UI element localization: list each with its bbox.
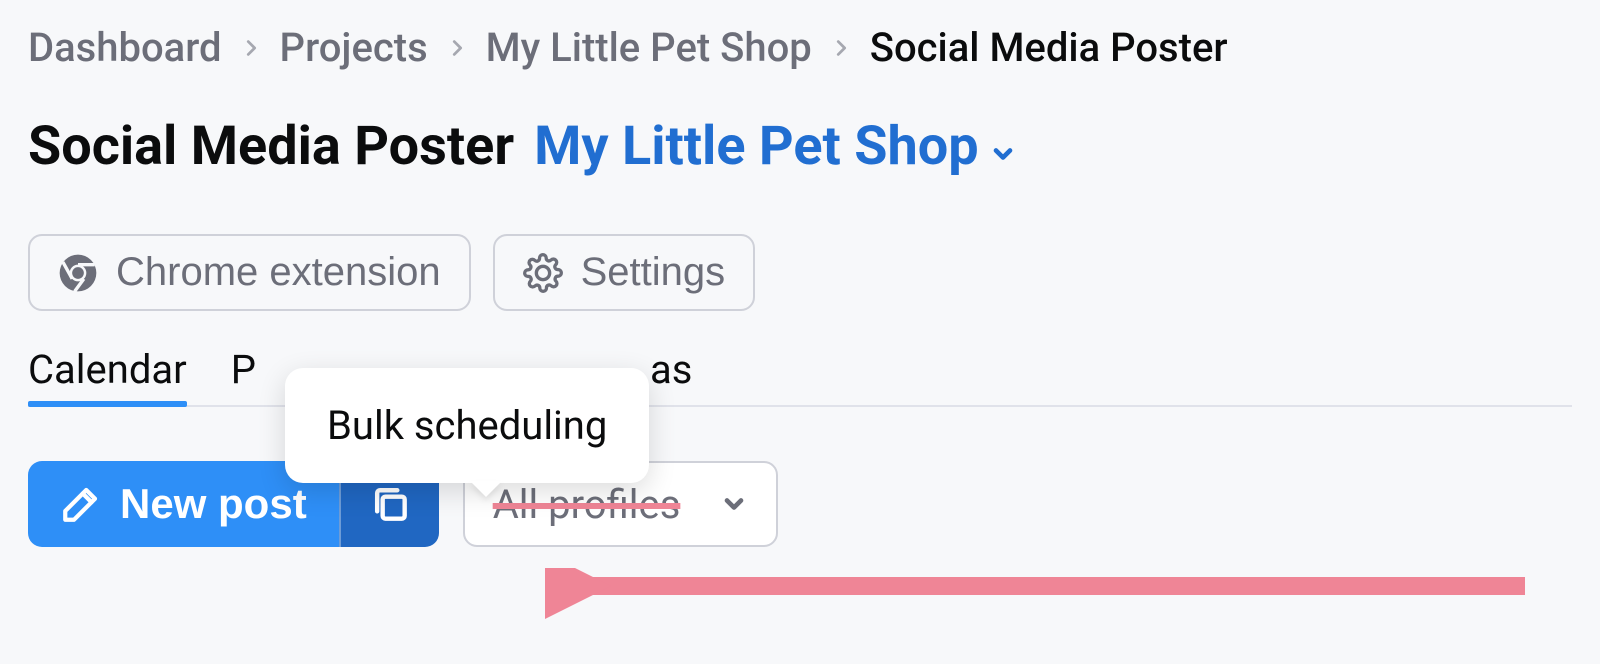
copy-icon <box>368 482 412 526</box>
chrome-extension-button[interactable]: Chrome extension <box>28 234 471 311</box>
breadcrumb-project-name[interactable]: My Little Pet Shop <box>486 24 812 71</box>
chevron-right-icon <box>240 37 262 59</box>
toolbar: New post All profiles <box>28 461 1572 547</box>
chrome-extension-label: Chrome extension <box>116 250 441 295</box>
breadcrumb-dashboard[interactable]: Dashboard <box>28 24 222 71</box>
project-picker[interactable]: My Little Pet Shop <box>534 115 1016 178</box>
chevron-right-icon <box>446 37 468 59</box>
settings-label: Settings <box>581 250 726 295</box>
new-post-label: New post <box>120 480 307 528</box>
tab-content-ideas[interactable]: as <box>650 346 692 405</box>
chevron-right-icon <box>830 37 852 59</box>
gear-icon <box>523 253 563 293</box>
tab-posts[interactable]: P <box>231 346 256 405</box>
page-title-row: Social Media Poster My Little Pet Shop <box>28 115 1572 178</box>
tooltip-text: Bulk scheduling <box>327 402 607 449</box>
all-profiles-label: All profiles <box>493 481 681 528</box>
breadcrumb-current: Social Media Poster <box>870 24 1228 71</box>
tab-calendar[interactable]: Calendar <box>28 346 187 405</box>
chrome-icon <box>58 253 98 293</box>
header-actions: Chrome extension Settings <box>28 234 1572 311</box>
page-title: Social Media Poster <box>28 115 514 178</box>
pencil-icon <box>60 483 102 525</box>
tabs: Calendar P as <box>28 347 1572 407</box>
bulk-scheduling-tooltip: Bulk scheduling <box>285 368 649 483</box>
chevron-down-icon <box>720 490 748 518</box>
chevron-down-icon <box>989 140 1017 168</box>
annotation-arrow <box>545 568 1545 628</box>
breadcrumb-projects[interactable]: Projects <box>280 24 428 71</box>
project-picker-label: My Little Pet Shop <box>534 115 978 178</box>
breadcrumb: Dashboard Projects My Little Pet Shop So… <box>28 24 1572 71</box>
settings-button[interactable]: Settings <box>493 234 756 311</box>
